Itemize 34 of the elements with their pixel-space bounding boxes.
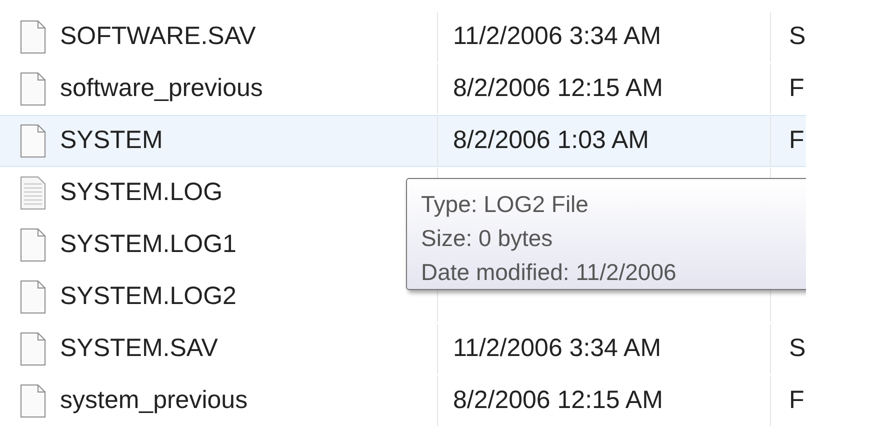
date-modified: 11/2/2006 3:34 AM xyxy=(453,21,662,52)
tooltip-line: Size: 0 bytes xyxy=(421,224,554,253)
tooltip-line: Date modified: 11/2/2006 xyxy=(421,258,678,287)
file-row[interactable]: system_previous 8/2/2006 12:15 AM F xyxy=(0,375,806,427)
file-name: SYSTEM.LOG2 xyxy=(60,281,236,312)
date-modified: 8/2/2006 12:15 AM xyxy=(453,385,663,416)
date-modified: 8/2/2006 12:15 AM xyxy=(453,73,663,104)
file-row[interactable]: SYSTEM.SAV 11/2/2006 3:34 AM S xyxy=(0,323,806,375)
file-row-hovered[interactable]: SYSTEM 8/2/2006 1:03 AM F xyxy=(0,115,806,167)
file-name: SYSTEM.LOG1 xyxy=(60,229,236,260)
file-name: SYSTEM.LOG xyxy=(60,177,223,208)
file-name: software_previous xyxy=(60,73,263,104)
date-modified: 8/2/2006 1:03 AM xyxy=(453,125,649,156)
tooltip-line: Type: LOG2 File xyxy=(421,190,590,219)
file-name: system_previous xyxy=(60,385,248,416)
file-icon xyxy=(20,72,46,106)
file-name: SOFTWARE.SAV xyxy=(60,21,256,52)
file-icon xyxy=(20,124,46,158)
file-name: SYSTEM xyxy=(60,125,163,156)
type-cell-text: F xyxy=(789,73,804,104)
type-cell-text: S xyxy=(789,21,806,52)
type-cell-text: S xyxy=(789,333,806,364)
file-icon xyxy=(20,332,46,366)
file-name: SYSTEM.SAV xyxy=(60,333,218,364)
type-cell-text: F xyxy=(789,385,804,416)
file-icon xyxy=(20,228,46,262)
text-file-icon xyxy=(20,176,46,210)
type-cell-text: F xyxy=(789,125,804,156)
file-row[interactable]: software_previous 8/2/2006 12:15 AM F xyxy=(0,63,806,115)
date-modified: 11/2/2006 3:34 AM xyxy=(453,333,662,364)
file-row[interactable]: SOFTWARE.SAV 11/2/2006 3:34 AM S xyxy=(0,11,806,63)
file-icon xyxy=(20,280,46,314)
file-icon xyxy=(20,384,46,418)
file-icon xyxy=(20,20,46,54)
